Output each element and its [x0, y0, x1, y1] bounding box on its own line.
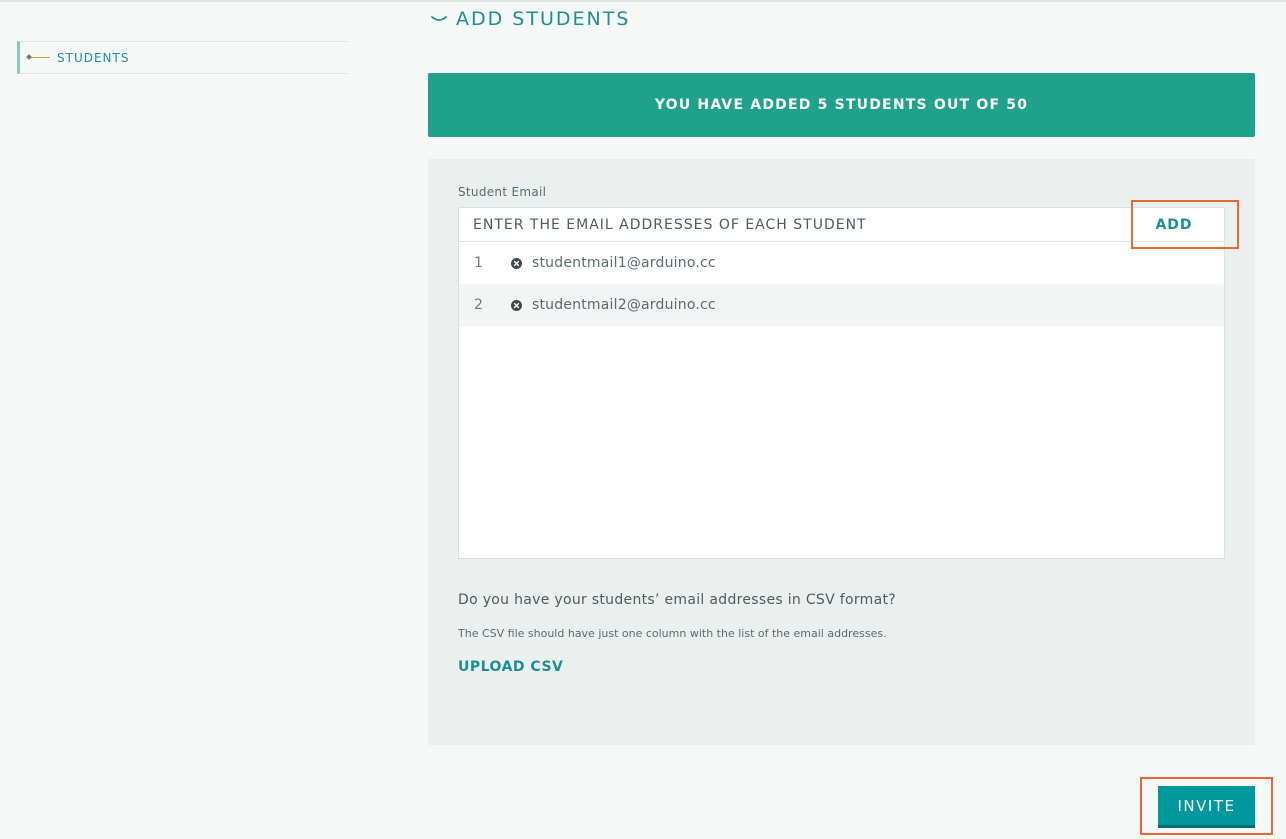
sidebar-item-label: STUDENTS: [57, 50, 130, 65]
chevron-down-icon[interactable]: [430, 12, 448, 26]
student-email-label: Student Email: [458, 185, 547, 199]
invite-button[interactable]: INVITE: [1158, 786, 1255, 828]
student-count-banner: YOU HAVE ADDED 5 STUDENTS OUT OF 50: [428, 73, 1255, 137]
csv-question: Do you have your students’ email address…: [458, 592, 896, 608]
email-list-box: ADD 1 studentmail1@arduino.cc 2 studentm…: [458, 207, 1225, 559]
list-item: 2 studentmail2@arduino.cc: [459, 284, 1224, 326]
row-index: 1: [474, 255, 483, 271]
remove-icon[interactable]: [511, 257, 522, 269]
student-count-text: YOU HAVE ADDED 5 STUDENTS OUT OF 50: [654, 97, 1029, 113]
page-title: ADD STUDENTS: [456, 8, 631, 30]
section-header[interactable]: ADD STUDENTS: [430, 8, 630, 30]
add-students-panel: Student Email ADD 1 studentmail1@arduino…: [428, 159, 1255, 745]
student-email-input[interactable]: [459, 208, 1124, 242]
remove-icon[interactable]: [511, 299, 522, 311]
timeline-node-icon: [26, 53, 52, 63]
top-divider: [0, 0, 1286, 2]
sidebar-item-students[interactable]: STUDENTS: [17, 41, 347, 74]
student-email: studentmail1@arduino.cc: [532, 255, 716, 271]
add-button[interactable]: ADD: [1124, 208, 1224, 242]
upload-csv-link[interactable]: UPLOAD CSV: [458, 659, 563, 675]
student-email: studentmail2@arduino.cc: [532, 297, 716, 313]
student-email-list: 1 studentmail1@arduino.cc 2 studentmail2…: [459, 242, 1224, 326]
row-index: 2: [474, 297, 483, 313]
list-item: 1 studentmail1@arduino.cc: [459, 242, 1224, 284]
csv-note: The CSV file should have just one column…: [458, 627, 887, 640]
